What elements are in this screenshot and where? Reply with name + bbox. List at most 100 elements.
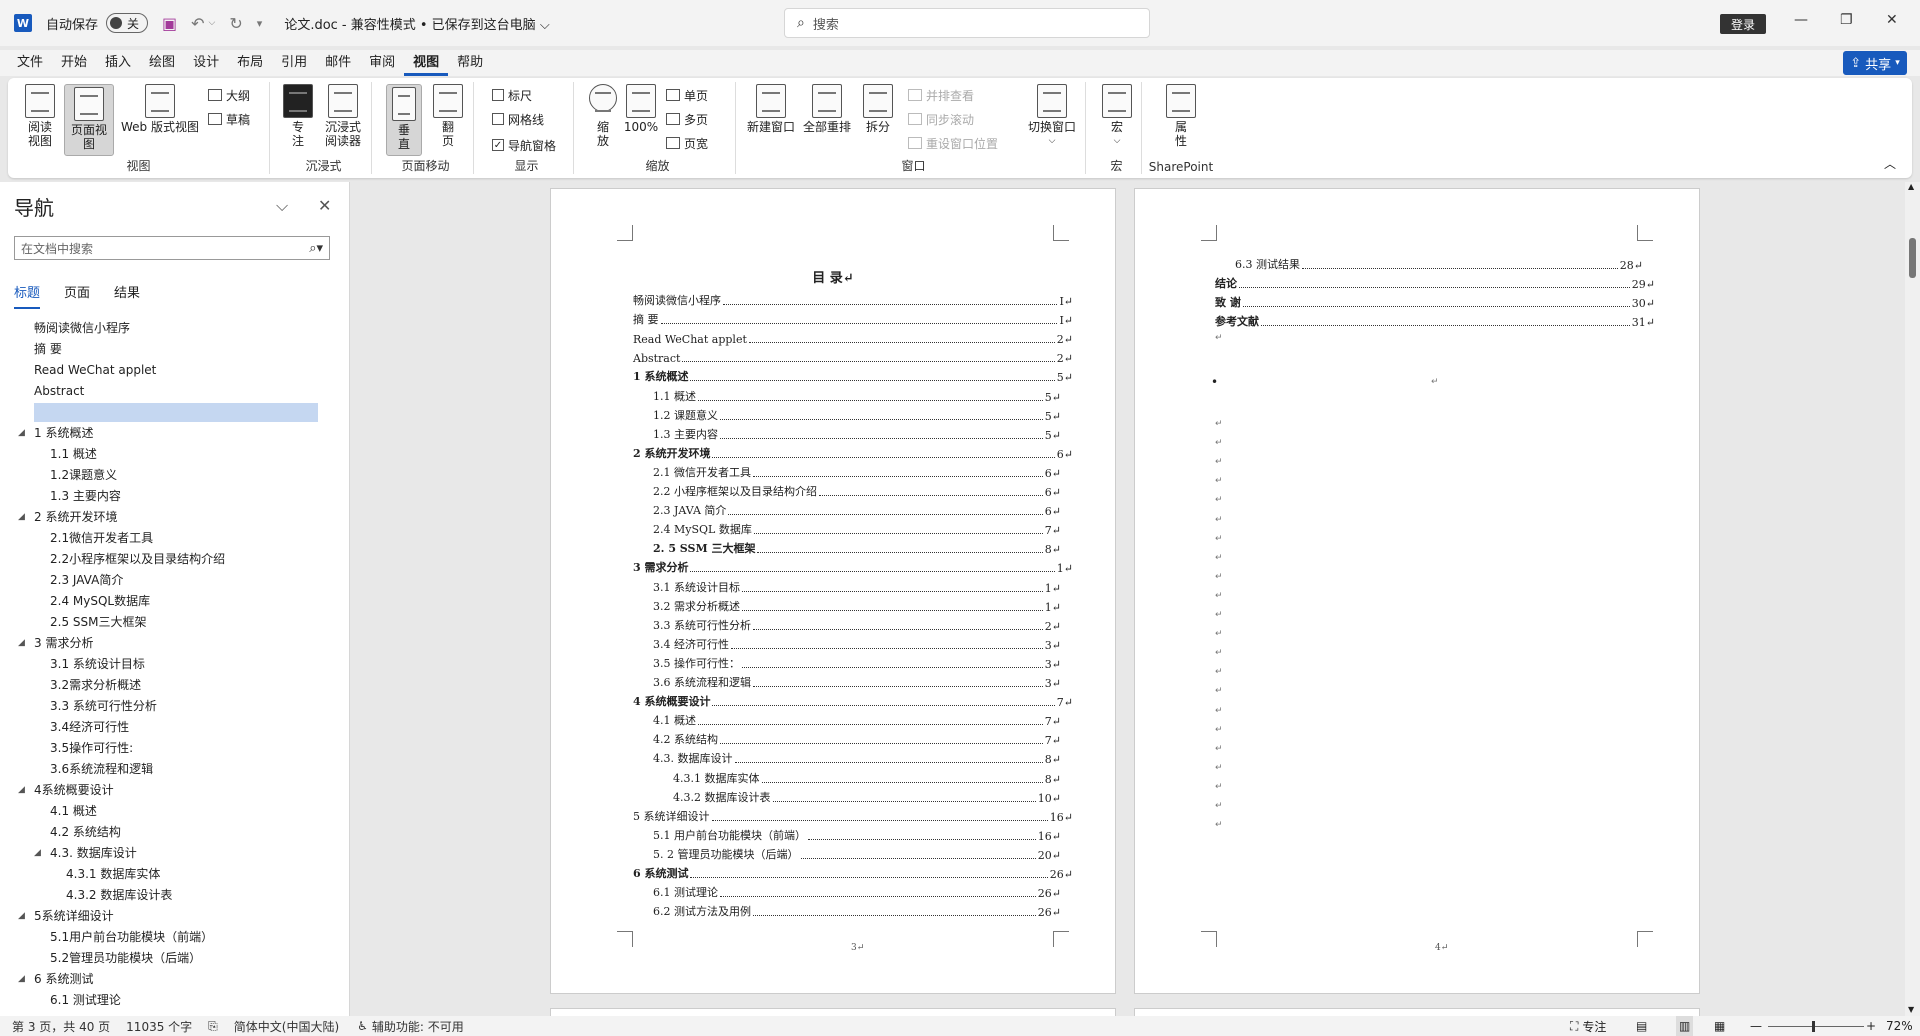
nav-heading-item[interactable]: Read WeChat applet	[0, 360, 350, 381]
web-layout-icon[interactable]: ▦	[1714, 1016, 1725, 1036]
toc-entry[interactable]: 畅阅读微信小程序 I↵	[633, 293, 1073, 308]
reset-window-button[interactable]: 重设窗口位置	[908, 132, 998, 154]
nav-heading-item[interactable]: 2.3 JAVA简介	[0, 570, 350, 591]
multiple-pages-button[interactable]: 多页	[666, 108, 708, 130]
document-page-4[interactable]: 6.3 测试结果 28↵ 结论 29↵ 致 谢 30↵ 参考文献 31↵ • ↵ ↵ ↵ ↵ ↵ ↵ ↵…	[1134, 188, 1700, 994]
toc-entry[interactable]: Read WeChat applet 2↵	[633, 331, 1073, 346]
nav-heading-item[interactable]: Abstract	[0, 381, 350, 402]
nav-tab[interactable]: 页面	[64, 282, 90, 309]
nav-heading-item[interactable]: ◢ 4.3. 数据库设计	[0, 843, 350, 864]
accessibility-status[interactable]: 辅助功能: 不可用	[372, 1018, 464, 1035]
vertical-button[interactable]: 垂 直	[386, 84, 422, 156]
toc-entry[interactable]: 3.3 系统可行性分析 2↵	[653, 618, 1061, 633]
toc-entry[interactable]: 1.3 主要内容 5↵	[653, 427, 1061, 442]
nav-heading-item[interactable]: 4.3.1 数据库实体	[0, 864, 350, 885]
nav-heading-item[interactable]: 5.2管理员功能模块（后端）	[0, 948, 350, 969]
toc-entry[interactable]: 6 系统测试 26↵	[633, 866, 1073, 881]
zoom-level[interactable]: 72%	[1886, 1016, 1913, 1036]
customize-qat-icon[interactable]: ▾	[257, 17, 263, 30]
page-count[interactable]: 第 3 页，共 40 页	[12, 1018, 110, 1035]
close-icon[interactable]: ✕	[318, 196, 331, 215]
menu-item[interactable]: 布局	[228, 50, 272, 76]
macros-button[interactable]: 宏 ⌵	[1100, 84, 1134, 148]
zoom-out-icon[interactable]: —	[1750, 1016, 1762, 1036]
arrange-all-button[interactable]: 全部重排	[800, 84, 854, 134]
draft-button[interactable]: 草稿	[208, 108, 250, 130]
toc-entry[interactable]: 2.2 小程序框架以及目录结构介绍 6↵	[653, 484, 1061, 499]
menu-item[interactable]: 绘图	[140, 50, 184, 76]
menu-item[interactable]: 帮助	[448, 50, 492, 76]
document-page-3[interactable]: 目 录↵ 畅阅读微信小程序 I↵ 摘 要 I↵ Read WeChat applet 2↵…	[550, 188, 1116, 994]
document-page-5[interactable]	[550, 1008, 1116, 1016]
scroll-up-icon[interactable]: ▲	[1908, 182, 1914, 191]
toc-entry[interactable]: 4.3.2 数据库设计表 10↵	[673, 790, 1061, 805]
toc-entry[interactable]: 3 需求分析 1↵	[633, 560, 1073, 575]
toc-entry[interactable]: 4.3.1 数据库实体 8↵	[673, 771, 1061, 786]
page-width-button[interactable]: 页宽	[666, 132, 708, 154]
toc-entry[interactable]: 5.1 用户前台功能模块（前端） 16↵	[653, 828, 1061, 843]
zoom-slider-thumb[interactable]	[1812, 1020, 1815, 1032]
one-page-button[interactable]: 单页	[666, 84, 708, 106]
nav-heading-item[interactable]: ◢ 5系统详细设计	[0, 906, 350, 927]
outline-button[interactable]: 大纲	[208, 84, 250, 106]
toc-entry[interactable]: 3.2 需求分析概述 1↵	[653, 599, 1061, 614]
ruler-checkbox[interactable]: 标尺	[492, 84, 532, 106]
toc-entry[interactable]: 致 谢 30↵	[1215, 295, 1655, 310]
menu-item[interactable]: 开始	[52, 50, 96, 76]
read-mode-button[interactable]: 阅读 视图	[22, 84, 58, 148]
toc-entry[interactable]: 5. 2 管理员功能模块（后端） 20↵	[653, 847, 1061, 862]
toc-entry[interactable]: 2.4 MySQL 数据库 7↵	[653, 522, 1061, 537]
print-layout-icon[interactable]: ▥	[1676, 1016, 1694, 1036]
properties-button[interactable]: 属 性	[1164, 84, 1198, 148]
maximize-icon[interactable]: ❐	[1840, 12, 1853, 28]
login-button[interactable]: 登录	[1720, 14, 1766, 34]
nav-heading-item[interactable]: 2.2小程序框架以及目录结构介绍	[0, 549, 350, 570]
vertical-scrollbar[interactable]: ▲ ▼	[1905, 182, 1920, 1016]
nav-heading-item[interactable]: 1.1 概述	[0, 444, 350, 465]
zoom-in-icon[interactable]: +	[1866, 1016, 1876, 1036]
toc-entry[interactable]: 参考文献 31↵	[1215, 314, 1655, 329]
expand-caret-icon[interactable]: ◢	[18, 423, 25, 444]
undo-dropdown-icon[interactable]: ⌵	[209, 18, 216, 28]
menu-item[interactable]: 文件	[8, 50, 52, 76]
menu-item[interactable]: 审阅	[360, 50, 404, 76]
menu-item[interactable]: 视图	[404, 50, 449, 76]
toc-entry[interactable]: 1.2 课题意义 5↵	[653, 408, 1061, 423]
toc-entry[interactable]: 6.2 测试方法及用例 26↵	[653, 904, 1061, 919]
undo-icon[interactable]: ↶	[191, 14, 204, 33]
nav-heading-item[interactable]: 3.6系统流程和逻辑	[0, 759, 350, 780]
nav-heading-item[interactable]: 4.3.2 数据库设计表	[0, 885, 350, 906]
nav-tab[interactable]: 结果	[114, 282, 140, 309]
new-window-button[interactable]: 新建窗口	[744, 84, 798, 134]
nav-heading-item[interactable]: 2.4 MySQL数据库	[0, 591, 350, 612]
nav-heading-item[interactable]: ◢ 3 需求分析	[0, 633, 350, 654]
nav-heading-item[interactable]: 3.3 系统可行性分析	[0, 696, 350, 717]
nav-heading-item[interactable]: 畅阅读微信小程序	[0, 318, 350, 339]
autosave-toggle[interactable]: 关	[106, 13, 149, 33]
expand-caret-icon[interactable]: ◢	[18, 906, 25, 927]
menu-item[interactable]: 引用	[272, 50, 316, 76]
document-title[interactable]: 论文.doc - 兼容性模式 • 已保存到这台电脑 ⌵	[284, 14, 549, 33]
toc-entry[interactable]: Abstract 2↵	[633, 350, 1073, 365]
zoom-100-button[interactable]: 100%	[624, 84, 658, 134]
nav-heading-item[interactable]: 3.4经济可行性	[0, 717, 350, 738]
zoom-slider[interactable]	[1768, 1016, 1864, 1036]
chevron-down-icon[interactable]: ⌵	[276, 196, 288, 216]
menu-item[interactable]: 邮件	[316, 50, 360, 76]
nav-search-input[interactable]: 在文档中搜索 ⌕▾	[14, 236, 330, 260]
language-indicator[interactable]: 简体中文(中国大陆)	[234, 1018, 339, 1035]
collapse-ribbon-icon[interactable]: ︿	[1884, 155, 1896, 172]
nav-heading-item[interactable]: 4.2 系统结构	[0, 822, 350, 843]
read-mode-icon[interactable]: ▤	[1636, 1016, 1647, 1036]
toc-entry[interactable]: 2. 5 SSM 三大框架 8↵	[653, 541, 1061, 556]
close-icon[interactable]: ✕	[1886, 12, 1898, 28]
toc-entry[interactable]: 1.1 概述 5↵	[653, 389, 1061, 404]
toc-entry[interactable]: 4 系统概要设计 7↵	[633, 694, 1073, 709]
toc-entry[interactable]: 3.4 经济可行性 3↵	[653, 637, 1061, 652]
expand-caret-icon[interactable]: ◢	[18, 633, 25, 654]
nav-pane-checkbox[interactable]: ✓ 导航窗格	[492, 134, 556, 156]
menu-item[interactable]: 插入	[96, 50, 140, 76]
minimize-icon[interactable]: —	[1794, 12, 1808, 28]
immersive-reader-button[interactable]: 沉浸式 阅读器	[320, 84, 366, 148]
scrollbar-thumb[interactable]	[1909, 238, 1916, 278]
